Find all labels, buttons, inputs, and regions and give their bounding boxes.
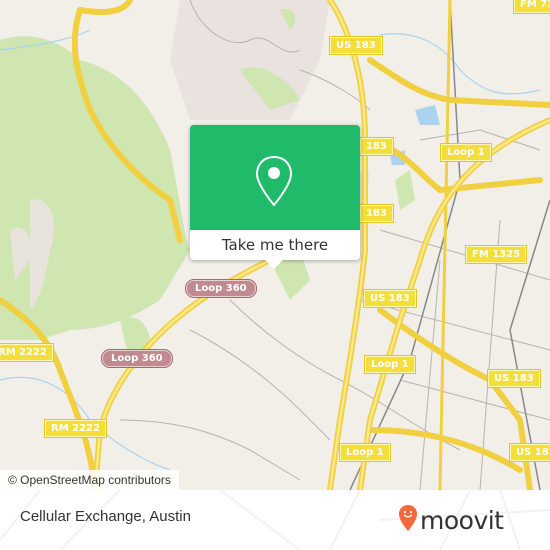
popup-header xyxy=(190,125,360,230)
road-shield: US 183 xyxy=(509,443,550,462)
map-view[interactable]: US 183 183 183 Loop 1 FM 1325 US 183 Loo… xyxy=(0,0,550,490)
road-shield: US 183 xyxy=(487,369,541,388)
map-attribution[interactable]: © OpenStreetMap contributors xyxy=(0,470,179,490)
road-shield: RM 2222 xyxy=(44,419,107,438)
footer-bar: Cellular Exchange, Austin moovit xyxy=(0,490,550,550)
take-me-there-button[interactable]: Take me there xyxy=(190,230,360,260)
place-name: Cellular Exchange, Austin xyxy=(20,508,191,525)
road-shield: RM 2222 xyxy=(0,343,54,362)
road-shield: FM 1325 xyxy=(464,245,528,264)
road-shield: FM 73 xyxy=(512,0,550,14)
road-shield: US 183 xyxy=(363,289,417,308)
road-shield: Loop 1 xyxy=(364,355,416,374)
moovit-logo[interactable]: moovit xyxy=(398,500,504,540)
road-shield: 183 xyxy=(359,137,394,156)
popup-pointer xyxy=(265,260,283,269)
road-shield: Loop 1 xyxy=(440,143,492,162)
location-popup[interactable]: Take me there xyxy=(190,125,360,269)
moovit-smiley-pin-icon xyxy=(398,504,418,536)
road-shield: US 183 xyxy=(329,36,383,55)
road-shield: Loop 360 xyxy=(101,349,173,368)
road-shield: Loop 360 xyxy=(185,279,257,298)
road-shield: Loop 1 xyxy=(339,443,391,462)
road-shield: 183 xyxy=(359,204,394,223)
brand-wordmark: moovit xyxy=(420,505,504,535)
